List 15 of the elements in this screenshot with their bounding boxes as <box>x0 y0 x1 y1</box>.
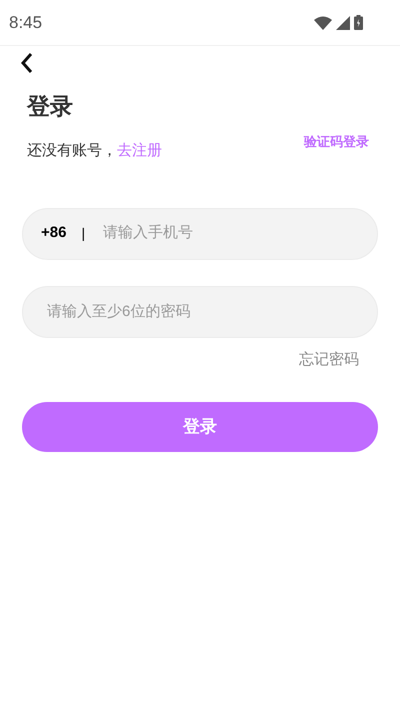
separator: | <box>81 224 86 243</box>
code-login-link[interactable]: 验证码登录 <box>304 132 369 152</box>
login-button[interactable]: 登录 <box>22 402 378 452</box>
register-prompt: 还没有账号，去注册 <box>27 141 162 161</box>
signal-icon <box>336 16 350 30</box>
password-field[interactable]: 请输入至少6位的密码 <box>22 286 378 338</box>
phone-field[interactable]: +86 | 请输入手机号 <box>22 208 378 260</box>
battery-icon <box>354 15 363 30</box>
forgot-password-link[interactable]: 忘记密码 <box>299 348 359 371</box>
back-icon[interactable] <box>20 52 34 74</box>
country-code[interactable]: +86 <box>41 222 66 245</box>
wifi-icon <box>314 16 332 30</box>
page-title: 登录 <box>27 92 74 121</box>
status-time: 8:45 <box>9 12 42 34</box>
register-link[interactable]: 去注册 <box>117 142 162 159</box>
